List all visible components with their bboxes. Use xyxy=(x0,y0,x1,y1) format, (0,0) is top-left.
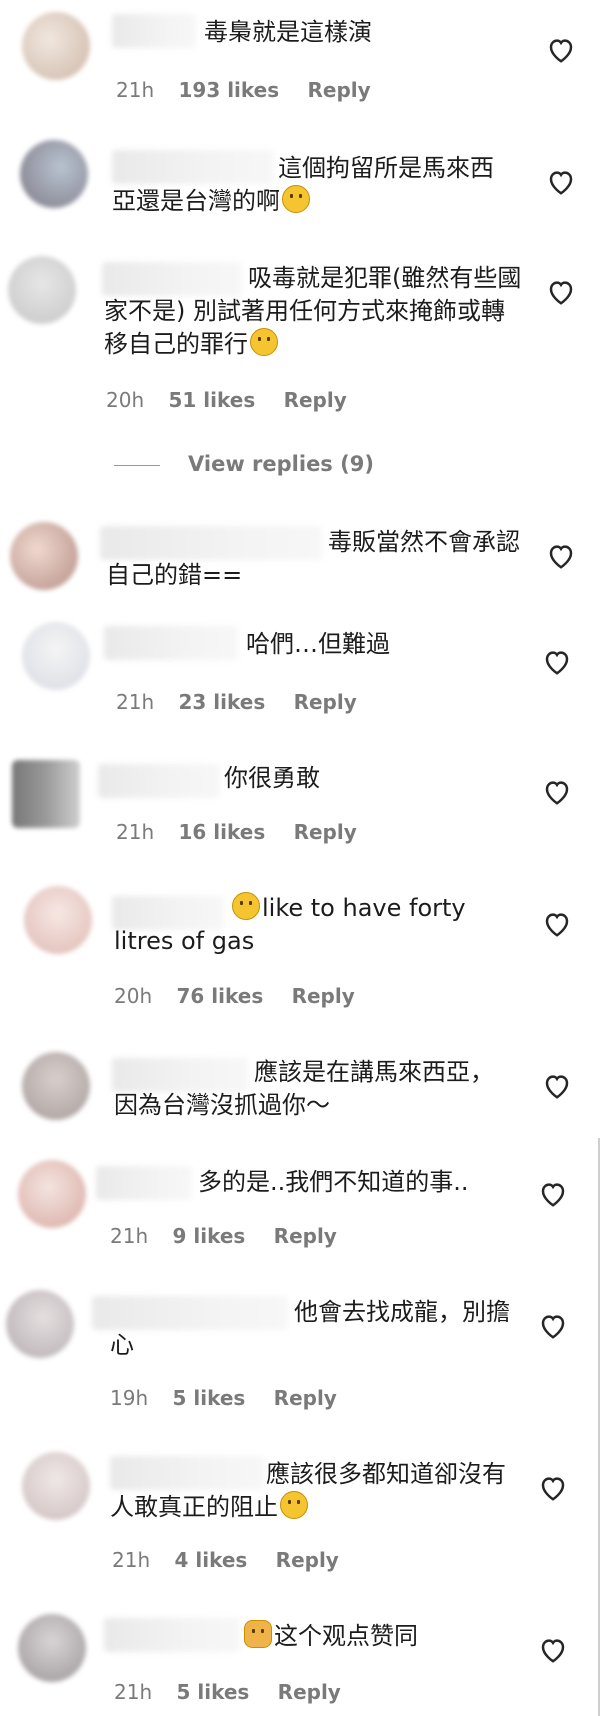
comment-meta: 19h 5 likes Reply xyxy=(110,1386,337,1410)
reply-button[interactable]: Reply xyxy=(274,1386,337,1410)
view-replies-button[interactable]: View replies (9) xyxy=(114,452,374,476)
comment-meta: 21h 193 likes Reply xyxy=(116,78,371,102)
reply-button[interactable]: Reply xyxy=(276,1548,339,1572)
heart-icon[interactable] xyxy=(542,1072,572,1100)
comment-text: 他會去找成龍，別擔心 xyxy=(110,1298,510,1359)
avatar[interactable] xyxy=(6,1290,74,1358)
heart-icon[interactable] xyxy=(542,910,572,938)
comment-text: 你很勇敢 xyxy=(224,764,320,792)
comment-text: 毒梟就是這樣演 xyxy=(204,18,372,46)
comment-meta: 21h 4 likes Reply xyxy=(112,1548,339,1572)
avatar[interactable] xyxy=(10,522,78,590)
likes-count[interactable]: 23 likes xyxy=(178,690,265,714)
timestamp: 21h xyxy=(114,1680,153,1704)
heart-icon[interactable] xyxy=(542,778,572,806)
avatar[interactable] xyxy=(22,1452,90,1520)
timestamp: 19h xyxy=(110,1386,149,1410)
timestamp: 20h xyxy=(106,388,145,412)
avatar[interactable] xyxy=(12,760,80,828)
heart-icon[interactable] xyxy=(538,1312,568,1340)
heart-icon[interactable] xyxy=(546,542,576,570)
avatar[interactable] xyxy=(18,1614,86,1682)
comment-text: 這個拘留所是馬來西亞還是台灣的啊 xyxy=(112,154,494,215)
likes-count[interactable]: 5 likes xyxy=(176,1680,249,1704)
timestamp: 21h xyxy=(110,1224,149,1248)
reply-button[interactable]: Reply xyxy=(278,1680,341,1704)
comment-meta: 21h 9 likes Reply xyxy=(110,1224,337,1248)
heart-icon[interactable] xyxy=(546,168,576,196)
comment-text: 毒販當然不會承認自己的錯== xyxy=(106,528,520,589)
comment-text: 多的是..我們不知道的事.. xyxy=(198,1168,469,1196)
hushed-face-icon xyxy=(250,328,278,356)
likes-count[interactable]: 4 likes xyxy=(174,1548,247,1572)
comment-text: 吸毒就是犯罪(雖然有些國家不是) 別試著用任何方式來掩飾或轉移自己的罪行 xyxy=(104,264,522,358)
comment-text: 哈們…但難過 xyxy=(246,630,390,658)
heart-icon[interactable] xyxy=(546,36,576,64)
comment-text: 應該很多都知道卻沒有人敢真正的阻止 xyxy=(110,1460,506,1521)
reply-button[interactable]: Reply xyxy=(294,690,357,714)
divider-line xyxy=(114,464,160,466)
timestamp: 21h xyxy=(116,690,155,714)
avatar[interactable] xyxy=(8,256,76,324)
avatar[interactable] xyxy=(22,622,90,690)
timestamp: 21h xyxy=(116,78,155,102)
heart-icon[interactable] xyxy=(538,1474,568,1502)
raising-hands-icon xyxy=(244,1620,272,1648)
heart-icon[interactable] xyxy=(542,648,572,676)
likes-count[interactable]: 193 likes xyxy=(178,78,279,102)
comment-text: 應該是在講馬來西亞，因為台灣沒抓過你～ xyxy=(114,1058,494,1119)
heart-icon[interactable] xyxy=(546,278,576,306)
avatar[interactable] xyxy=(22,1052,90,1120)
comment-text: 这个观点赞同 xyxy=(108,1620,508,1653)
heart-icon[interactable] xyxy=(538,1180,568,1208)
avatar[interactable] xyxy=(24,886,92,954)
comment-meta: 20h 76 likes Reply xyxy=(114,984,355,1008)
comment-list: 毒梟就是這樣演 21h 193 likes Reply 這個拘留所是馬來西亞還是… xyxy=(0,0,600,1716)
avatar[interactable] xyxy=(18,1160,86,1228)
likes-count[interactable]: 51 likes xyxy=(168,388,255,412)
sad-face-icon xyxy=(280,1491,308,1519)
likes-count[interactable]: 5 likes xyxy=(172,1386,245,1410)
avatar[interactable] xyxy=(22,12,90,80)
comment-meta: 20h 51 likes Reply xyxy=(106,388,347,412)
likes-count[interactable]: 16 likes xyxy=(178,820,265,844)
reply-button[interactable]: Reply xyxy=(292,984,355,1008)
face-with-tears-of-joy-icon xyxy=(282,185,310,213)
timestamp: 20h xyxy=(114,984,153,1008)
pensive-face-icon xyxy=(232,892,260,920)
timestamp: 21h xyxy=(116,820,155,844)
comment-text: like to have forty litres of gas xyxy=(114,892,466,955)
likes-count[interactable]: 9 likes xyxy=(172,1224,245,1248)
comment-meta: 21h 5 likes Reply xyxy=(114,1680,341,1704)
comment-meta: 21h 16 likes Reply xyxy=(116,820,357,844)
timestamp: 21h xyxy=(112,1548,151,1572)
avatar[interactable] xyxy=(20,140,88,208)
likes-count[interactable]: 76 likes xyxy=(176,984,263,1008)
reply-button[interactable]: Reply xyxy=(308,78,371,102)
reply-button[interactable]: Reply xyxy=(294,820,357,844)
comment-meta: 21h 23 likes Reply xyxy=(116,690,357,714)
reply-button[interactable]: Reply xyxy=(284,388,347,412)
reply-button[interactable]: Reply xyxy=(274,1224,337,1248)
heart-icon[interactable] xyxy=(538,1636,568,1664)
